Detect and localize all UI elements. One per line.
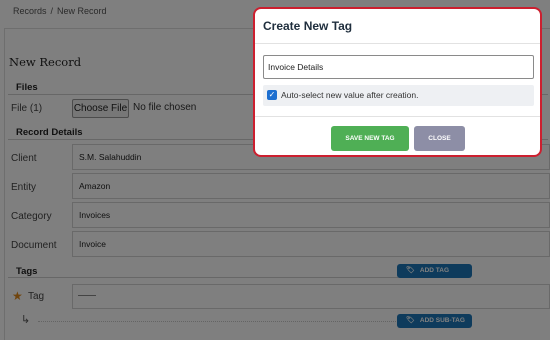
- close-button[interactable]: CLOSE: [414, 126, 465, 151]
- auto-select-option[interactable]: ✓ Auto-select new value after creation.: [263, 85, 534, 106]
- check-icon[interactable]: ✓: [267, 90, 277, 100]
- save-new-tag-button[interactable]: SAVE NEW TAG: [331, 126, 409, 151]
- create-tag-modal: Create New Tag ✓ Auto-select new value a…: [253, 7, 542, 157]
- auto-select-label: Auto-select new value after creation.: [281, 90, 419, 100]
- modal-footer-divider: [255, 116, 540, 117]
- tag-name-input[interactable]: [263, 55, 534, 79]
- modal-header-divider: [255, 43, 540, 44]
- modal-title: Create New Tag: [263, 19, 353, 33]
